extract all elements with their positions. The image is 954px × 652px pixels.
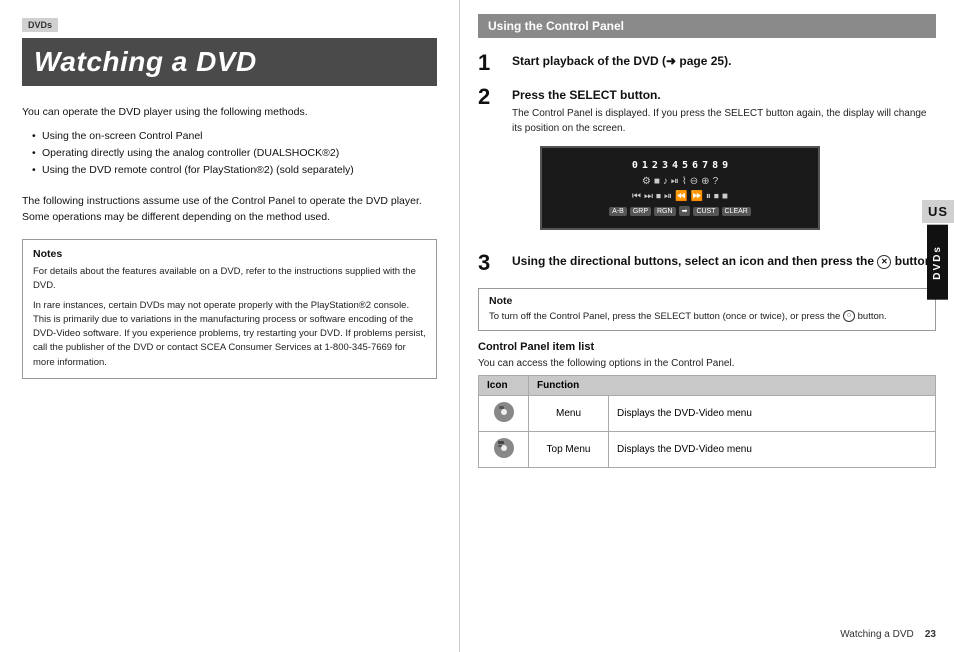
cp-symbols-row1: ⚙ ■ ♪ ⏯ ⌇ ⊖ ⊕ ? — [558, 176, 802, 187]
menu-icon — [493, 401, 515, 423]
step-3-title: Using the directional buttons, select an… — [512, 254, 936, 269]
control-panel-image: 0 1 2 3 4 5 6 7 8 9 ⚙ ■ ♪ ⏯ ⌇ ⊖ — [540, 146, 820, 230]
bullet-list: Using the on-screen Control Panel Operat… — [32, 128, 437, 178]
table-header-function: Function — [529, 376, 936, 396]
list-item: Operating directly using the analog cont… — [32, 145, 437, 162]
side-tab: US DVDs — [922, 200, 954, 300]
cp-digits-row: 0 1 2 3 4 5 6 7 8 9 — [558, 160, 802, 171]
table-row: Menu Displays the DVD-Video menu — [479, 396, 936, 432]
step-1-content: Start playback of the DVD (➜ page 25). — [512, 54, 936, 72]
table-header-row: Icon Function — [479, 376, 936, 396]
circle-button-icon: ○ — [843, 310, 855, 322]
note-title: Note — [489, 295, 925, 307]
cp-list-desc: You can access the following options in … — [478, 358, 936, 369]
note-text-content: To turn off the Control Panel, press the… — [489, 311, 840, 322]
side-tab-dvds: DVDs — [927, 225, 948, 300]
list-item: Using the on-screen Control Panel — [32, 128, 437, 145]
table-header-icon: Icon — [479, 376, 529, 396]
x-button-icon: ✕ — [877, 255, 891, 269]
table-cell-menu-function: Displays the DVD-Video menu — [609, 396, 936, 432]
step-1-number: 1 — [478, 52, 506, 74]
step-3: 3 Using the directional buttons, select … — [478, 254, 936, 274]
footer-text: Watching a DVD — [840, 629, 914, 640]
cp-list-title: Control Panel item list — [478, 341, 936, 353]
note-item-1: For details about the features available… — [33, 265, 426, 294]
icon-cell-menu — [479, 396, 529, 432]
step-2-content: Press the SELECT button. The Control Pan… — [512, 88, 936, 240]
step-3-number: 3 — [478, 252, 506, 274]
step-2-title: Press the SELECT button. — [512, 88, 936, 102]
step-3-title-text: Using the directional buttons, select an… — [512, 254, 874, 268]
note-item-2: In rare instances, certain DVDs may not … — [33, 299, 426, 370]
table-row: Top Menu Displays the DVD-Video menu — [479, 432, 936, 468]
list-item: Using the DVD remote control (for PlaySt… — [32, 162, 437, 179]
note-text: To turn off the Control Panel, press the… — [489, 310, 925, 324]
following-text: The following instructions assume use of… — [22, 193, 437, 226]
step-2: 2 Press the SELECT button. The Control P… — [478, 88, 936, 240]
icon-cell-top-menu — [479, 432, 529, 468]
notes-box: Notes For details about the features ava… — [22, 239, 437, 379]
section-header: Using the Control Panel — [478, 14, 936, 38]
side-tab-us: US — [922, 200, 954, 223]
cp-symbols-row2: ⏮ ⏭ ⏹ ⏯ ⏪ ⏩ ⏸ ⏹ ■ — [558, 191, 802, 202]
note-box: Note To turn off the Control Panel, pres… — [478, 288, 936, 331]
table-cell-topmenu-function: Displays the DVD-Video menu — [609, 432, 936, 468]
note-suffix: button. — [858, 311, 887, 322]
top-menu-icon — [493, 437, 515, 459]
page-title-box: Watching a DVD — [22, 38, 437, 86]
step-2-number: 2 — [478, 86, 506, 108]
right-panel: Using the Control Panel 1 Start playback… — [460, 0, 954, 652]
page-title: Watching a DVD — [34, 46, 257, 77]
step-1-title: Start playback of the DVD (➜ page 25). — [512, 54, 936, 68]
control-panel-table: Icon Function Menu Displays the DVD-Vide… — [478, 375, 936, 468]
left-panel: DVDs Watching a DVD You can operate the … — [0, 0, 460, 652]
step-1: 1 Start playback of the DVD (➜ page 25). — [478, 54, 936, 74]
notes-title: Notes — [33, 248, 426, 260]
step-2-body: The Control Panel is displayed. If you p… — [512, 106, 936, 136]
table-cell-menu-name: Menu — [529, 396, 609, 432]
table-cell-topmenu-name: Top Menu — [529, 432, 609, 468]
step-3-content: Using the directional buttons, select an… — [512, 254, 936, 273]
footer-page: 23 — [925, 629, 936, 640]
intro-text: You can operate the DVD player using the… — [22, 104, 437, 120]
notes-content: For details about the features available… — [33, 265, 426, 370]
footer: Watching a DVD 23 — [840, 629, 936, 640]
section-label: DVDs — [22, 18, 58, 32]
cp-bottom-row: A-B GRP RGN ➡ CUST CLEAR — [558, 206, 802, 216]
